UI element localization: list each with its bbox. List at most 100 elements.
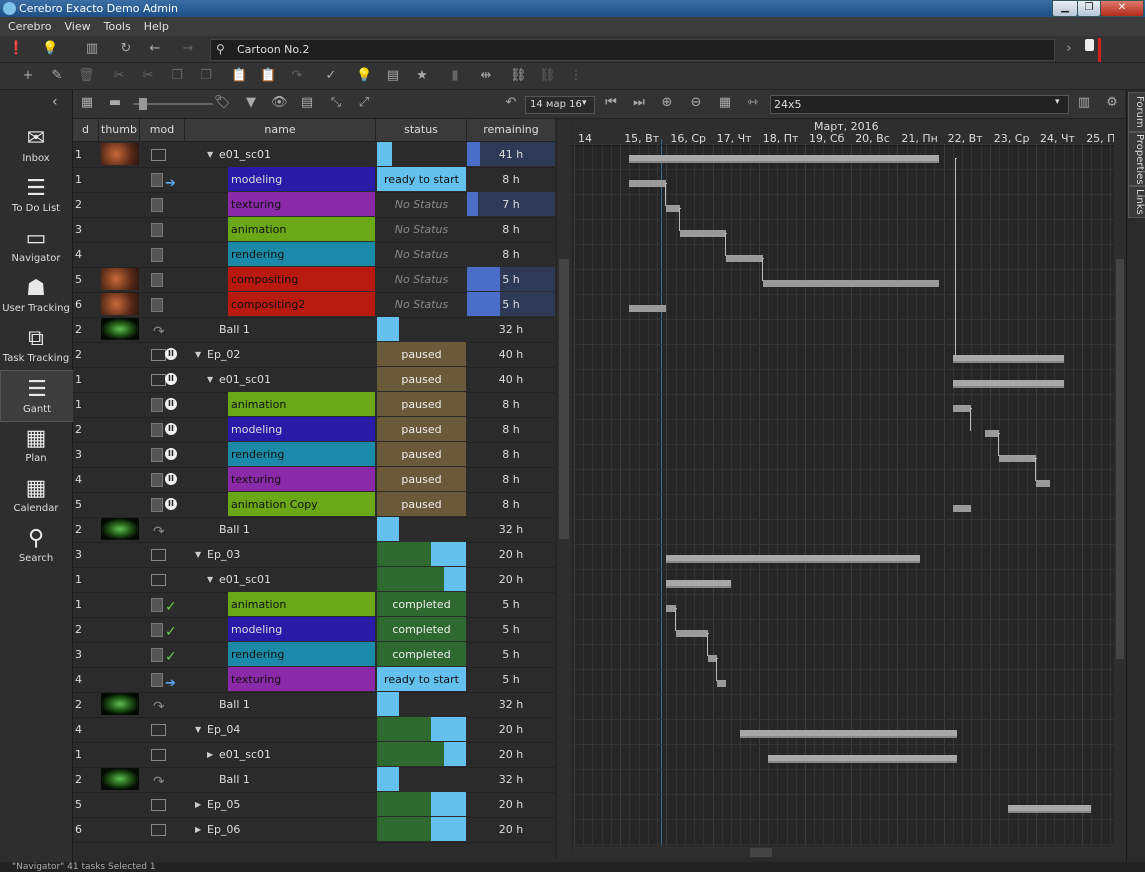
menu-help[interactable]: Help bbox=[136, 17, 174, 33]
gantt-task-bar[interactable] bbox=[666, 205, 681, 212]
status-cell[interactable] bbox=[377, 792, 466, 816]
eye-icon[interactable]: 👁 bbox=[271, 95, 288, 111]
today-icon[interactable]: ▦ bbox=[717, 95, 733, 111]
table-row[interactable]: 3 ✓ rendering completed 5 h bbox=[73, 642, 555, 668]
unlink-icon[interactable]: ⛓ bbox=[539, 68, 556, 84]
status-cell[interactable] bbox=[377, 692, 466, 716]
table-row[interactable]: 2 ↷ Ball 1 32 h bbox=[73, 317, 555, 343]
scrollbar-thumb[interactable] bbox=[1116, 259, 1124, 659]
name-cell[interactable]: rendering bbox=[185, 242, 375, 267]
status-cell[interactable]: completed bbox=[377, 617, 466, 641]
sidebar-item-task-tracking[interactable]: ⧉ Task Tracking bbox=[0, 320, 72, 370]
paste-icon[interactable]: 📋 bbox=[231, 68, 247, 84]
gantt-task-bar[interactable] bbox=[675, 630, 708, 637]
columns-icon[interactable]: ▥ bbox=[1076, 95, 1092, 111]
table-row[interactable]: 4 ➔ texturing ready to start 5 h bbox=[73, 667, 555, 693]
sidebar-item-inbox[interactable]: ✉ Inbox bbox=[0, 120, 72, 170]
status-cell[interactable]: paused bbox=[377, 467, 466, 491]
column-d[interactable]: d bbox=[73, 119, 99, 141]
export-icon[interactable]: ▤ bbox=[299, 95, 315, 111]
status-cell[interactable]: completed bbox=[377, 592, 466, 616]
menu-tools[interactable]: Tools bbox=[96, 17, 136, 33]
collapse-icon[interactable]: ‹ bbox=[52, 94, 58, 110]
column-remaining-hours[interactable]: remaining hours bbox=[467, 119, 555, 158]
table-row[interactable]: 1 ▼ e01_sc01 41 h bbox=[73, 142, 555, 168]
menu-view[interactable]: View bbox=[57, 17, 96, 33]
name-cell[interactable]: ▼ e01_sc01 bbox=[185, 142, 375, 167]
status-cell[interactable]: No Status bbox=[377, 242, 466, 266]
table-row[interactable]: 2 texturing No Status 7 h bbox=[73, 192, 555, 218]
redirect-icon[interactable]: ↷ bbox=[289, 68, 305, 84]
paste-alt-icon[interactable]: 📋 bbox=[260, 68, 276, 84]
name-cell[interactable]: Ball 1 bbox=[185, 317, 375, 342]
sidebar-item-navigator[interactable]: ▭ Navigator bbox=[0, 220, 72, 270]
table-row[interactable]: 2 ↷ Ball 1 32 h bbox=[73, 517, 555, 543]
menu-cerebro[interactable]: Cerebro bbox=[0, 17, 57, 33]
collapse-all-icon[interactable]: ⤡ bbox=[328, 95, 344, 111]
zoom-out-icon[interactable]: ⊖ bbox=[688, 95, 704, 111]
star-icon[interactable]: ★ bbox=[414, 68, 430, 84]
maximize-button[interactable]: ❐ bbox=[1077, 0, 1101, 17]
link-icon[interactable]: ⛓ bbox=[510, 68, 527, 84]
more-icon[interactable]: ⋮ bbox=[568, 68, 584, 84]
status-cell[interactable] bbox=[377, 542, 466, 566]
gantt-task-bar[interactable] bbox=[952, 405, 972, 412]
gantt-summary-bar[interactable] bbox=[666, 555, 921, 563]
thumbnail-image[interactable] bbox=[101, 768, 139, 790]
table-row[interactable]: 2 II modeling paused 8 h bbox=[73, 417, 555, 443]
date-picker[interactable]: 14 мар 16 ▾ bbox=[525, 96, 595, 114]
cut-icon[interactable]: ✂ bbox=[111, 68, 127, 84]
alert-icon[interactable]: ❗ bbox=[8, 41, 24, 57]
gantt-scrollbar[interactable] bbox=[1114, 119, 1126, 858]
table-row[interactable]: 5 II animation Copy paused 8 h bbox=[73, 492, 555, 518]
chevron-down-icon[interactable]: ▼ bbox=[207, 567, 217, 592]
gantt-summary-bar[interactable] bbox=[740, 730, 958, 738]
table-row[interactable]: 1 II animation paused 8 h bbox=[73, 392, 555, 418]
gantt-task-bar[interactable] bbox=[763, 280, 939, 287]
chevron-down-icon[interactable]: ▼ bbox=[207, 142, 217, 167]
copy-alt-icon[interactable]: ❐ bbox=[198, 68, 214, 84]
thumbnail-image[interactable] bbox=[101, 293, 139, 315]
table-row[interactable]: 1 II ▼ e01_sc01 paused 40 h bbox=[73, 367, 555, 393]
name-cell[interactable]: animation bbox=[185, 592, 375, 617]
table-row[interactable]: 3 II rendering paused 8 h bbox=[73, 442, 555, 468]
scrollbar-thumb[interactable] bbox=[559, 259, 569, 539]
tab-links[interactable]: Links bbox=[1128, 186, 1145, 218]
address-field[interactable]: ⚲ Cartoon No.2 bbox=[210, 39, 1055, 61]
sidebar-item-search[interactable]: ⚲ Search bbox=[0, 520, 72, 570]
table-row[interactable]: 3 animation No Status 8 h bbox=[73, 217, 555, 243]
gantt-horizontal-scrollbar[interactable] bbox=[572, 846, 1114, 858]
name-cell[interactable]: ▼ Ep_02 bbox=[185, 342, 375, 367]
status-cell[interactable]: No Status bbox=[377, 292, 466, 316]
name-cell[interactable]: Ball 1 bbox=[185, 517, 375, 542]
bulb-icon[interactable]: 💡 bbox=[356, 68, 372, 84]
scale-select[interactable]: 24x5 ▾ bbox=[770, 95, 1069, 114]
status-cell[interactable]: No Status bbox=[377, 217, 466, 241]
sidebar-item-gantt[interactable]: ☰ Gantt bbox=[0, 370, 74, 422]
thumb-size-icon[interactable]: ▬ bbox=[107, 95, 123, 111]
go-icon[interactable]: › bbox=[1061, 41, 1077, 57]
name-cell[interactable]: animation bbox=[185, 217, 375, 242]
name-cell[interactable]: Ball 1 bbox=[185, 692, 375, 717]
split-icon[interactable]: ⇹ bbox=[478, 68, 494, 84]
table-row[interactable]: 6 compositing2 No Status 5 h bbox=[73, 292, 555, 318]
thumbnail-image[interactable] bbox=[101, 318, 139, 340]
status-cell[interactable]: ready to start bbox=[377, 167, 466, 191]
thumbnail-image[interactable] bbox=[101, 693, 139, 715]
status-cell[interactable]: paused bbox=[377, 342, 466, 366]
table-scrollbar[interactable] bbox=[556, 119, 571, 858]
gantt-task-bar[interactable] bbox=[629, 305, 667, 312]
attach-icon[interactable]: ▮ bbox=[447, 68, 463, 84]
name-cell[interactable]: ▶ e01_sc01 bbox=[185, 742, 375, 767]
status-cell[interactable] bbox=[377, 567, 466, 591]
table-row[interactable]: 1 ✓ animation completed 5 h bbox=[73, 592, 555, 618]
zoom-in-icon[interactable]: ⊕ bbox=[659, 95, 675, 111]
back-icon[interactable]: ← bbox=[147, 41, 163, 57]
sidebar-item-calendar[interactable]: ▦ Calendar bbox=[0, 470, 72, 520]
status-cell[interactable]: paused bbox=[377, 392, 466, 416]
name-cell[interactable]: ▼ e01_sc01 bbox=[185, 567, 375, 592]
gantt-summary-bar[interactable] bbox=[629, 155, 939, 163]
gantt-task-bar[interactable] bbox=[1036, 480, 1050, 487]
name-cell[interactable]: texturing bbox=[185, 467, 375, 492]
chevron-down-icon[interactable]: ▼ bbox=[195, 342, 205, 367]
